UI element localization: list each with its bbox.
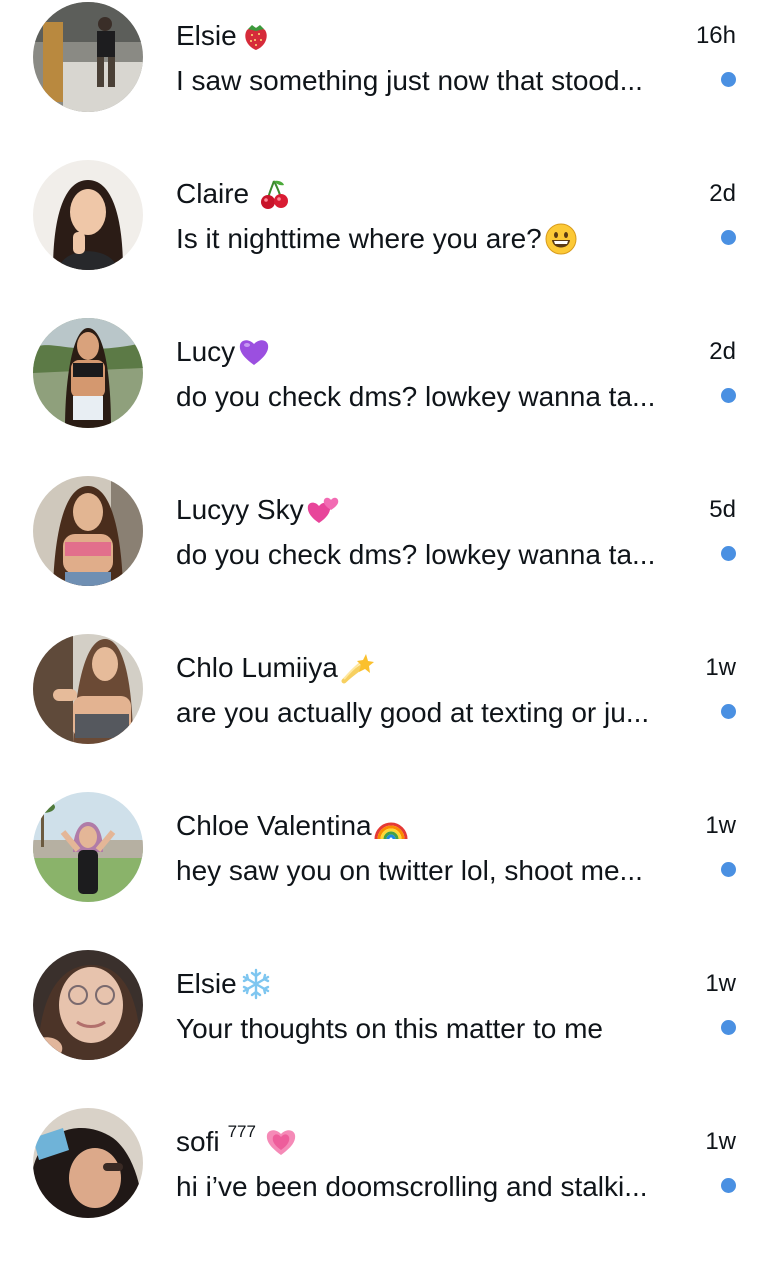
unread-dot (721, 388, 736, 403)
purple-heart-icon (237, 335, 271, 369)
message-preview-text: I saw something just now that stood... (176, 65, 643, 96)
two-hearts-icon (306, 493, 340, 527)
message-preview: Is it nighttime where you are? (176, 218, 578, 260)
timestamp: 1w (705, 1128, 736, 1155)
timestamp: 2d (709, 180, 736, 207)
contact-name: Elsie (176, 968, 237, 999)
timestamp: 1w (705, 970, 736, 997)
grinning-face-icon (544, 222, 578, 256)
message-preview: Your thoughts on this matter to me (176, 1008, 603, 1050)
avatar[interactable] (33, 318, 143, 428)
contact-name-line: Chlo Lumiiya (176, 648, 374, 688)
contact-name-line: Elsie (176, 16, 273, 56)
contact-name: Lucy (176, 336, 236, 367)
timestamp: 1w (705, 812, 736, 839)
snowflake-icon (239, 967, 273, 1001)
avatar[interactable] (33, 634, 143, 744)
contact-name-line: Claire (176, 174, 291, 214)
name-superscript: 777 (227, 1122, 256, 1141)
conversation-row[interactable]: Elsie 16h I saw something just now that … (0, 0, 770, 158)
unread-dot (721, 1178, 736, 1193)
contact-name-line: Elsie (176, 964, 273, 1004)
message-preview-text: do you check dms? lowkey wanna ta... (176, 381, 656, 412)
contact-name: Claire (176, 178, 250, 209)
contact-name: Elsie (176, 20, 237, 51)
contact-name: Chlo Lumiiya (176, 652, 338, 683)
avatar[interactable] (33, 1108, 143, 1218)
avatar[interactable] (33, 2, 143, 112)
message-preview: hi i’ve been doomscrolling and stalki... (176, 1166, 648, 1208)
conversation-row[interactable]: Chloe Valentina 1w hey saw you on twitte… (0, 790, 770, 948)
avatar[interactable] (33, 476, 143, 586)
shooting-star-icon (340, 651, 374, 685)
conversation-row[interactable]: sofi 777 1w hi i’ve been doomscrolling a… (0, 1106, 770, 1264)
unread-dot (721, 72, 736, 87)
message-preview: are you actually good at texting or ju..… (176, 692, 649, 734)
avatar[interactable] (33, 160, 143, 270)
message-preview-text: Your thoughts on this matter to me (176, 1013, 603, 1044)
message-preview-text: hey saw you on twitter lol, shoot me... (176, 855, 643, 886)
unread-dot (721, 704, 736, 719)
unread-dot (721, 230, 736, 245)
message-preview-text: are you actually good at texting or ju..… (176, 697, 650, 728)
strawberry-icon (239, 19, 273, 53)
message-preview: do you check dms? lowkey wanna ta... (176, 534, 655, 576)
contact-name-line: sofi 777 (176, 1122, 298, 1162)
contact-name: Chloe Valentina (176, 810, 372, 841)
message-preview-text: hi i’ve been doomscrolling and stalki... (176, 1171, 648, 1202)
message-preview-text: do you check dms? lowkey wanna ta... (176, 539, 656, 570)
contact-name-line: Lucy (176, 332, 271, 372)
timestamp: 16h (695, 22, 736, 49)
conversation-row[interactable]: Elsie 1w Your thoughts on this matter to… (0, 948, 770, 1106)
contact-name: sofi (176, 1126, 220, 1157)
contact-name-line: Lucyy Sky (176, 490, 340, 530)
timestamp: 1w (705, 654, 736, 681)
conversation-row[interactable]: Chlo Lumiiya 1w are you actually good at… (0, 632, 770, 790)
avatar[interactable] (33, 950, 143, 1060)
message-preview: do you check dms? lowkey wanna ta... (176, 376, 655, 418)
timestamp: 5d (709, 496, 736, 523)
unread-dot (721, 546, 736, 561)
rainbow-icon (374, 809, 408, 843)
timestamp: 2d (709, 338, 736, 365)
unread-dot (721, 1020, 736, 1035)
contact-name-line: Chloe Valentina (176, 806, 408, 846)
avatar[interactable] (33, 792, 143, 902)
cherries-icon (257, 177, 291, 211)
message-preview: I saw something just now that stood... (176, 60, 643, 102)
unread-dot (721, 862, 736, 877)
pink-heart-icon (264, 1125, 298, 1159)
conversation-row[interactable]: Lucyy Sky 5d do you check dms? lowkey wa… (0, 474, 770, 632)
message-preview-text: Is it nighttime where you are? (176, 223, 542, 254)
message-preview: hey saw you on twitter lol, shoot me... (176, 850, 643, 892)
conversation-row[interactable]: Lucy 2d do you check dms? lowkey wanna t… (0, 316, 770, 474)
contact-name: Lucyy Sky (176, 494, 304, 525)
conversation-row[interactable]: Claire 2d Is it nighttime where you are? (0, 158, 770, 316)
